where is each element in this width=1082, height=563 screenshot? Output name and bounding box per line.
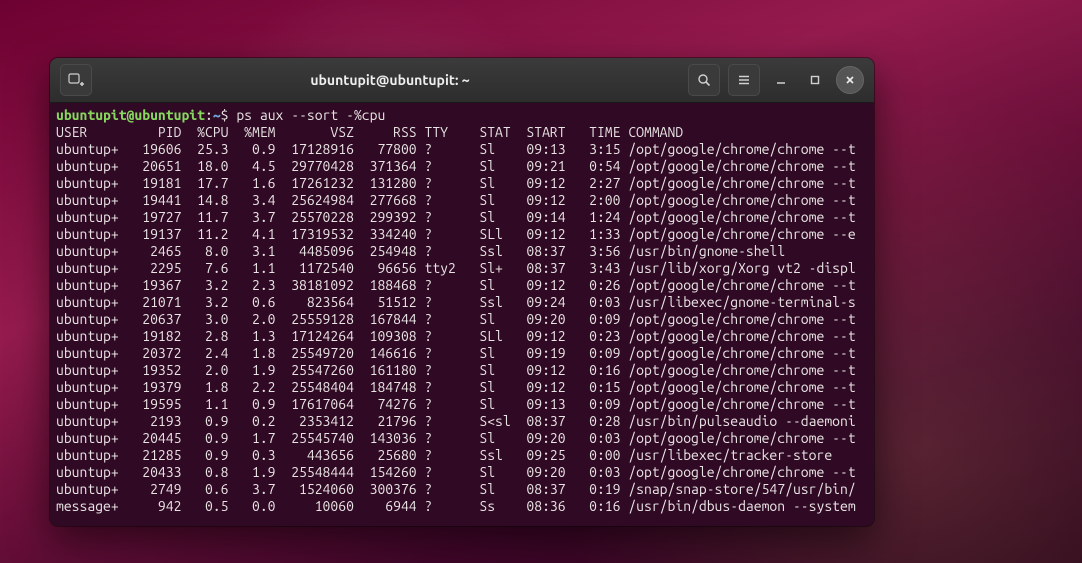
new-tab-button[interactable] [60,64,92,96]
search-icon [697,73,711,87]
hamburger-icon [737,73,751,87]
prompt-symbol: $ [221,107,229,123]
prompt-user-host: ubuntupit@ubuntupit [56,107,205,123]
minimize-icon [775,74,787,86]
terminal-plus-icon [68,72,84,88]
minimize-button[interactable] [768,67,794,93]
ps-rows: ubuntup+ 19606 25.3 0.9 17128916 77800 ?… [56,141,856,514]
menu-button[interactable] [728,64,760,96]
window-title: ubuntupit@ubuntupit: ~ [102,72,678,88]
terminal-output[interactable]: ubuntupit@ubuntupit:~$ ps aux --sort -%c… [50,103,874,521]
terminal-window: ubuntupit@ubuntupit: ~ [50,58,874,526]
prompt-command: ps aux --sort -%cpu [236,107,385,123]
maximize-icon [809,74,821,86]
titlebar: ubuntupit@ubuntupit: ~ [50,58,874,103]
prompt-path: ~ [213,107,221,123]
close-button[interactable] [836,66,864,94]
ps-header: USER PID %CPU %MEM VSZ RSS TTY STAT STAR… [56,124,683,140]
maximize-button[interactable] [802,67,828,93]
search-button[interactable] [688,64,720,96]
close-icon [844,74,856,86]
prompt-colon: : [205,107,213,123]
